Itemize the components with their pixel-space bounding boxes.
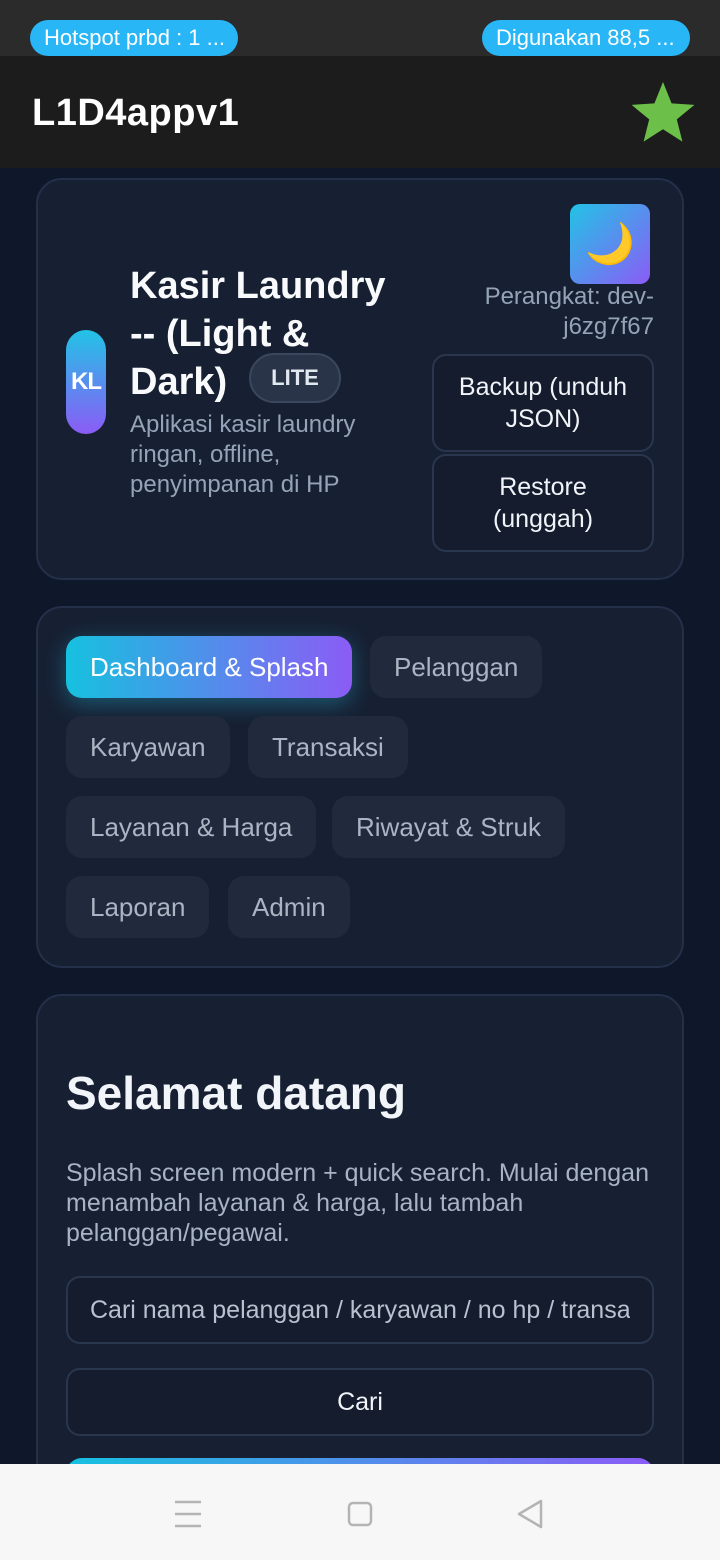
tab-admin[interactable]: Admin [228, 876, 350, 938]
lite-badge: LITE [249, 352, 341, 403]
backup-button[interactable]: Backup (unduh JSON) [432, 354, 654, 452]
tab-layanan-harga[interactable]: Layanan & Harga [66, 796, 317, 858]
moon-icon: 🌙 [585, 222, 635, 266]
hotspot-indicator[interactable]: Hotspot prbd : 1 ... [30, 20, 238, 56]
tab-riwayat-struk[interactable]: Riwayat & Struk [332, 796, 565, 858]
device-id-label: Perangkat: dev-j6zg7f67 [484, 283, 654, 340]
welcome-card: Selamat datang Splash screen modern + qu… [36, 994, 684, 1464]
system-navigation-bar [0, 1464, 720, 1560]
search-button[interactable]: Cari [66, 1368, 654, 1436]
app-header-card: KL Kasir Laundry -- (Light & Dark) LITE A… [36, 178, 684, 580]
welcome-description: Splash screen modern + quick search. Mul… [66, 1159, 649, 1247]
tab-karyawan[interactable]: Karyawan [66, 716, 230, 778]
welcome-title: Selamat datang [66, 1067, 406, 1119]
tab-dashboard-splash[interactable]: Dashboard & Splash [66, 636, 353, 698]
app-bar: L1D4appv1 [0, 56, 720, 168]
app-bar-title: L1D4appv1 [32, 92, 240, 134]
back-triangle-icon[interactable] [510, 1494, 550, 1534]
navigation-tabs-card: Dashboard & Splash Pelanggan Karyawan Tr… [36, 606, 684, 968]
star-icon[interactable] [628, 80, 698, 146]
main-content[interactable]: KL Kasir Laundry -- (Light & Dark) LITE A… [0, 168, 720, 1464]
app-logo: KL [66, 330, 106, 434]
app-name-heading: Kasir Laundry -- (Light & Dark) LITE [130, 262, 400, 409]
tab-transaksi[interactable]: Transaksi [248, 716, 408, 778]
data-usage-indicator[interactable]: Digunakan 88,5 ... [482, 20, 690, 56]
status-bar: Hotspot prbd : 1 ... Digunakan 88,5 ... [0, 0, 720, 56]
tab-laporan[interactable]: Laporan [66, 876, 210, 938]
tab-pelanggan[interactable]: Pelanggan [370, 636, 543, 698]
home-square-icon[interactable] [340, 1494, 380, 1534]
app-description: Aplikasi kasir laundry ringan, offline, … [130, 411, 356, 498]
theme-toggle-button[interactable]: 🌙 [570, 204, 650, 284]
menu-icon[interactable] [168, 1494, 208, 1534]
restore-button[interactable]: Restore (unggah) [432, 454, 654, 552]
search-input[interactable] [66, 1276, 654, 1344]
